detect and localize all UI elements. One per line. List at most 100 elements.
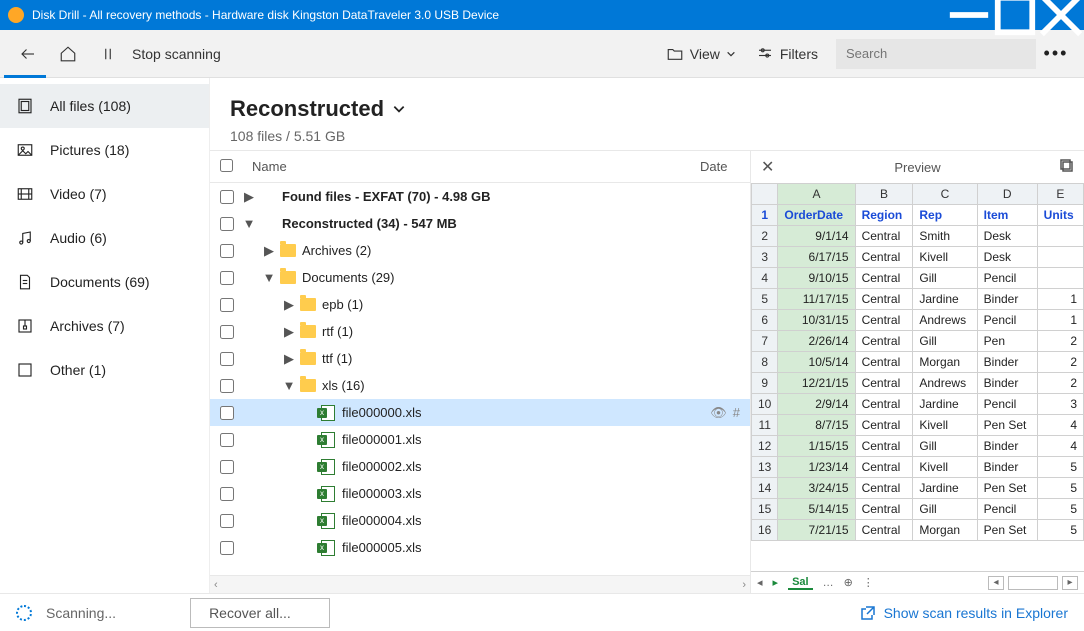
cell[interactable]: Central	[855, 520, 913, 541]
cell[interactable]: 9/10/15	[778, 268, 855, 289]
cell[interactable]: 7/21/15	[778, 520, 855, 541]
row-header[interactable]: 13	[752, 457, 778, 478]
row-checkbox[interactable]	[220, 379, 234, 393]
cell[interactable]: Central	[855, 457, 913, 478]
cell[interactable]: 9/1/14	[778, 226, 855, 247]
row-checkbox[interactable]	[220, 514, 234, 528]
folder-row[interactable]: ▶Archives (2)👁#	[210, 237, 750, 264]
row-header[interactable]: 6	[752, 310, 778, 331]
cell[interactable]: 11/17/15	[778, 289, 855, 310]
cell[interactable]: 2	[1037, 352, 1083, 373]
popout-button[interactable]	[1060, 159, 1074, 176]
row-header[interactable]: 14	[752, 478, 778, 499]
row-header[interactable]: 12	[752, 436, 778, 457]
maximize-button[interactable]	[992, 0, 1038, 30]
file-row[interactable]: file000005.xls👁#	[210, 534, 750, 561]
sheet-more[interactable]: …	[823, 577, 834, 589]
cell[interactable]: 5	[1037, 499, 1083, 520]
cell[interactable]: Pencil	[977, 394, 1037, 415]
expand-caret[interactable]: ▶	[240, 189, 258, 205]
sheet-nav-next[interactable]: ▸	[773, 576, 779, 589]
cell[interactable]: 2	[1037, 331, 1083, 352]
cell[interactable]: Pen Set	[977, 520, 1037, 541]
expand-caret[interactable]: ▶	[260, 243, 278, 259]
sidebar-item-pictures[interactable]: Pictures (18)	[0, 128, 209, 172]
sidebar-item-video[interactable]: Video (7)	[0, 172, 209, 216]
sheet-menu[interactable]: ⋮	[863, 576, 874, 589]
row-checkbox[interactable]	[220, 271, 234, 285]
expand-caret[interactable]: ▼	[280, 378, 298, 393]
cell[interactable]: 5	[1037, 478, 1083, 499]
sheet-add[interactable]: ⊕	[844, 576, 853, 589]
sidebar-item-documents[interactable]: Documents (69)	[0, 260, 209, 304]
row-checkbox[interactable]	[220, 217, 234, 231]
stop-scanning-label[interactable]: Stop scanning	[132, 46, 221, 62]
cell[interactable]: Desk	[977, 247, 1037, 268]
row-checkbox[interactable]	[220, 244, 234, 258]
cell[interactable]: Central	[855, 499, 913, 520]
cell[interactable]: Binder	[977, 373, 1037, 394]
cell[interactable]: Kivell	[913, 457, 977, 478]
expand-caret[interactable]: ▼	[260, 270, 278, 285]
row-header[interactable]: 10	[752, 394, 778, 415]
row-header[interactable]: 5	[752, 289, 778, 310]
row-header[interactable]: 16	[752, 520, 778, 541]
cell[interactable]: Jardine	[913, 394, 977, 415]
show-in-explorer-link[interactable]: Show scan results in Explorer	[860, 605, 1068, 621]
expand-caret[interactable]: ▶	[280, 324, 298, 340]
cell[interactable]: Item	[977, 205, 1037, 226]
expand-caret[interactable]: ▶	[280, 297, 298, 313]
file-row[interactable]: file000002.xls👁#	[210, 453, 750, 480]
cell[interactable]: 10/5/14	[778, 352, 855, 373]
row-header[interactable]: 11	[752, 415, 778, 436]
cell[interactable]: Desk	[977, 226, 1037, 247]
file-row[interactable]: file000003.xls👁#	[210, 480, 750, 507]
col-header[interactable]: B	[855, 184, 913, 205]
cell[interactable]: Morgan	[913, 520, 977, 541]
cell[interactable]: Units	[1037, 205, 1083, 226]
filters-button[interactable]: Filters	[746, 34, 828, 74]
row-header[interactable]: 9	[752, 373, 778, 394]
cell[interactable]: Central	[855, 289, 913, 310]
row-checkbox[interactable]	[220, 460, 234, 474]
cell[interactable]: Andrews	[913, 310, 977, 331]
folder-row[interactable]: ▼Documents (29)👁#	[210, 264, 750, 291]
cell[interactable]: Gill	[913, 436, 977, 457]
group-row[interactable]: ▼Reconstructed (34) - 547 MB👁#	[210, 210, 750, 237]
cell[interactable]: 3/24/15	[778, 478, 855, 499]
select-all-checkbox[interactable]	[220, 159, 233, 172]
cell[interactable]	[1037, 268, 1083, 289]
cell[interactable]: Morgan	[913, 352, 977, 373]
cell[interactable]: Central	[855, 415, 913, 436]
cell[interactable]: 10/31/15	[778, 310, 855, 331]
cell[interactable]: Central	[855, 394, 913, 415]
cell[interactable]: 5/14/15	[778, 499, 855, 520]
cell[interactable]: 2	[1037, 373, 1083, 394]
file-row[interactable]: file000001.xls👁#	[210, 426, 750, 453]
close-preview-button[interactable]: ✕	[761, 157, 774, 177]
cell[interactable]: Central	[855, 478, 913, 499]
cell[interactable]: Pencil	[977, 268, 1037, 289]
cell[interactable]: 5	[1037, 457, 1083, 478]
cell[interactable]: Binder	[977, 352, 1037, 373]
row-checkbox[interactable]	[220, 190, 234, 204]
cell[interactable]: Gill	[913, 268, 977, 289]
cell[interactable]: Central	[855, 310, 913, 331]
cell[interactable]: Binder	[977, 457, 1037, 478]
cell[interactable]: Rep	[913, 205, 977, 226]
cell[interactable]: Central	[855, 226, 913, 247]
cell[interactable]: Jardine	[913, 289, 977, 310]
cell[interactable]: 12/21/15	[778, 373, 855, 394]
close-window-button[interactable]	[1038, 0, 1084, 30]
cell[interactable]: Binder	[977, 289, 1037, 310]
cell[interactable]: Pen	[977, 331, 1037, 352]
sidebar-item-other[interactable]: Other (1)	[0, 348, 209, 392]
cell[interactable]: 4	[1037, 436, 1083, 457]
row-checkbox[interactable]	[220, 352, 234, 366]
cell[interactable]: 6/17/15	[778, 247, 855, 268]
row-header[interactable]: 4	[752, 268, 778, 289]
folder-row[interactable]: ▶epb (1)👁#	[210, 291, 750, 318]
cell[interactable]: 1/23/14	[778, 457, 855, 478]
row-checkbox[interactable]	[220, 487, 234, 501]
cell[interactable]: 2/9/14	[778, 394, 855, 415]
